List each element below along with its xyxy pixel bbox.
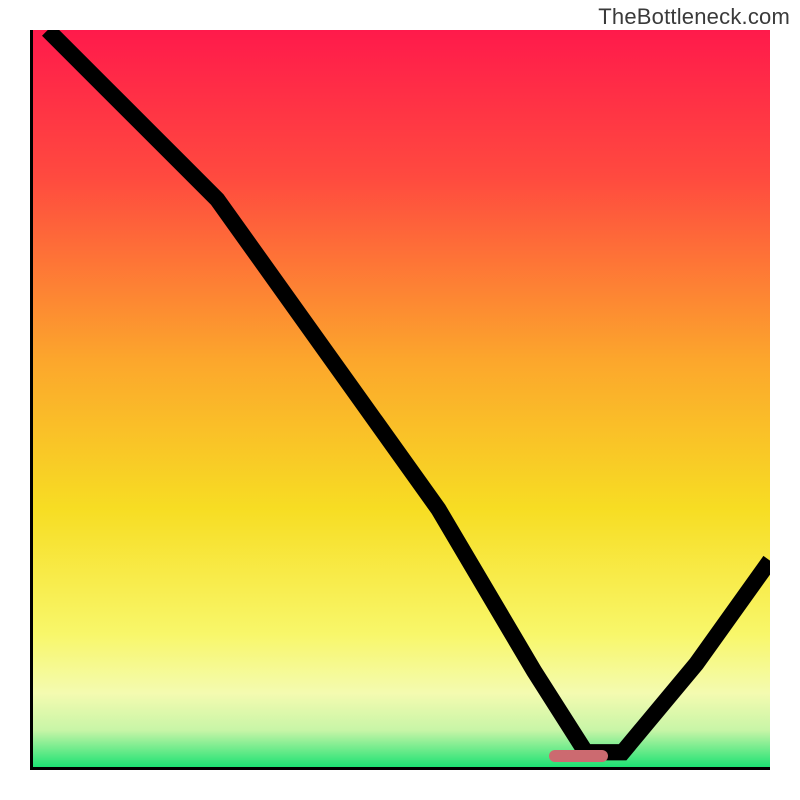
watermark-text: TheBottleneck.com <box>598 4 790 30</box>
chart-series-curve <box>33 30 770 767</box>
chart-plot-area <box>30 30 770 770</box>
chart-target-marker <box>549 750 608 762</box>
